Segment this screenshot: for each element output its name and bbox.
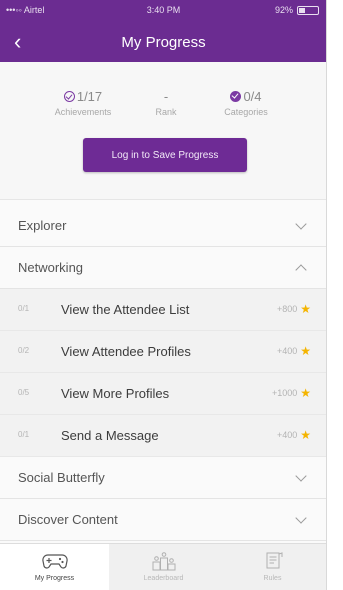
item-name: View the Attendee List	[61, 302, 190, 317]
rules-icon	[218, 551, 326, 571]
check-circle-filled-icon	[230, 90, 242, 102]
progress-summary: 1/17 Achievements - Rank 0/4 Categories …	[0, 62, 326, 200]
tab-label: My Progress	[34, 575, 75, 582]
tab-bar: My Progress Leaderboard Rules	[0, 543, 326, 590]
achievements-value: 1/17	[76, 88, 103, 104]
achievements-stat: 1/17 Achievements	[38, 88, 128, 118]
section-title: Social Butterfly	[18, 470, 105, 485]
item-points: +800 ★	[277, 303, 311, 315]
section-explorer[interactable]: Explorer	[0, 205, 326, 247]
achievement-item[interactable]: 0/5 View More Profiles +1000 ★	[0, 373, 326, 415]
achievement-item[interactable]: 0/1 Send a Message +400 ★	[0, 415, 326, 457]
item-progress: 0/2	[18, 346, 30, 355]
categories-label: Categories	[224, 107, 268, 117]
tab-my-progress[interactable]: My Progress	[0, 544, 109, 590]
section-title: Discover Content	[18, 512, 118, 527]
achievement-item[interactable]: 0/2 View Attendee Profiles +400 ★	[0, 331, 326, 373]
battery-status: 92%	[275, 5, 319, 15]
login-to-save-progress-button[interactable]: Log in to Save Progress	[83, 138, 247, 172]
nav-bar: ‹ My Progress	[0, 22, 326, 62]
check-circle-outline-icon	[63, 90, 75, 102]
chevron-down-icon	[295, 512, 307, 524]
chevron-up-icon	[295, 264, 307, 276]
tab-label: Leaderboard	[143, 575, 184, 582]
item-name: View More Profiles	[61, 386, 170, 401]
achievements-label: Achievements	[54, 107, 112, 117]
points-value: +800	[276, 304, 298, 314]
page-title: My Progress	[121, 34, 206, 51]
podium-icon	[109, 551, 218, 571]
section-discover-content[interactable]: Discover Content	[0, 499, 326, 541]
item-progress: 0/5	[18, 388, 30, 397]
item-points: +400 ★	[277, 345, 311, 357]
item-name: View Attendee Profiles	[61, 344, 191, 359]
item-progress: 0/1	[18, 304, 30, 313]
item-points: +1000 ★	[272, 387, 311, 399]
star-icon: ★	[300, 302, 311, 316]
star-icon: ★	[300, 428, 311, 442]
battery-icon	[297, 5, 319, 15]
rank-label: Rank	[155, 107, 177, 117]
rank-value: -	[163, 88, 169, 104]
tab-rules[interactable]: Rules	[218, 544, 326, 590]
star-icon: ★	[300, 344, 311, 358]
points-value: +400	[276, 346, 298, 356]
star-icon: ★	[300, 386, 311, 400]
tab-label: Rules	[263, 575, 282, 582]
achievement-item[interactable]: 0/1 View the Attendee List +800 ★	[0, 289, 326, 331]
section-social-butterfly[interactable]: Social Butterfly	[0, 457, 326, 499]
rank-stat: - Rank	[136, 88, 196, 118]
item-points: +400 ★	[277, 429, 311, 441]
item-progress: 0/1	[18, 430, 30, 439]
points-value: +1000	[271, 388, 298, 398]
chevron-down-icon	[295, 470, 307, 482]
categories-stat: 0/4 Categories	[206, 88, 286, 118]
section-networking[interactable]: Networking	[0, 247, 326, 289]
item-name: Send a Message	[61, 428, 159, 443]
app-header: •••◦◦ Airtel 3:40 PM 92% ‹ My Progress	[0, 0, 326, 62]
tab-leaderboard[interactable]: Leaderboard	[109, 544, 218, 590]
chevron-down-icon	[295, 218, 307, 230]
gamepad-icon	[0, 551, 109, 571]
achievement-list: Explorer Networking 0/1 View the Attende…	[0, 205, 326, 541]
section-title: Networking	[18, 260, 84, 275]
section-title: Explorer	[18, 218, 67, 233]
battery-percent: 92%	[274, 5, 293, 15]
categories-value: 0/4	[243, 88, 262, 104]
status-bar: •••◦◦ Airtel 3:40 PM 92%	[0, 0, 326, 20]
points-value: +400	[276, 430, 298, 440]
app-screen: •••◦◦ Airtel 3:40 PM 92% ‹ My Progress 1…	[0, 0, 327, 590]
